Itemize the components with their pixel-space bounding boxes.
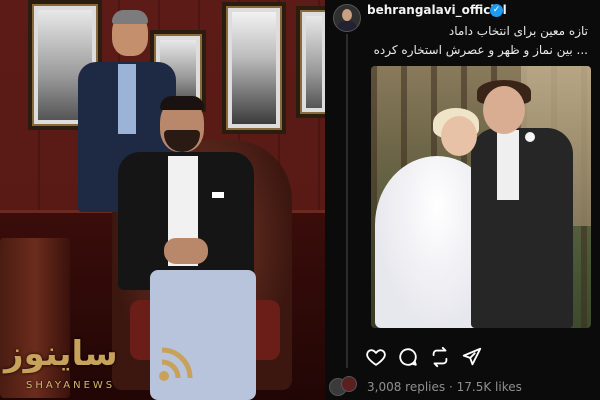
screenshot-canvas: ساینوز SHAYANEWS behrangalavi_official ✓… bbox=[0, 0, 600, 400]
pocket-square bbox=[212, 192, 224, 198]
watermark-logo: ساینوز SHAYANEWS bbox=[4, 334, 200, 398]
thread-line bbox=[346, 34, 348, 368]
replies-count[interactable]: 3,008 replies bbox=[367, 380, 445, 394]
post-caption-line: تازه معین برای انتخاب داماد bbox=[448, 24, 588, 38]
portrait-photo: ساینوز SHAYANEWS bbox=[0, 0, 325, 400]
post-caption-line: ... بین نماز و ظهر و عصرش استخاره کرده bbox=[373, 43, 588, 57]
likes-count[interactable]: 17.5K likes bbox=[457, 380, 522, 394]
heart-icon[interactable] bbox=[365, 346, 387, 368]
post-image[interactable] bbox=[371, 66, 591, 328]
verified-badge-icon: ✓ bbox=[490, 4, 503, 17]
wall-frame bbox=[222, 2, 286, 134]
groom-suit bbox=[471, 128, 573, 328]
standing-man-hair bbox=[112, 10, 148, 24]
seated-man-hands bbox=[164, 238, 208, 264]
bride-head bbox=[441, 116, 477, 156]
reply-avatar[interactable] bbox=[341, 376, 357, 392]
boutonniere bbox=[525, 132, 535, 142]
watermark-subtext: SHAYANEWS bbox=[26, 380, 116, 391]
standing-man-shirt bbox=[118, 64, 136, 134]
broadcast-icon bbox=[159, 347, 193, 381]
comment-icon[interactable] bbox=[397, 346, 419, 368]
seated-man-hair bbox=[160, 96, 204, 110]
repost-icon[interactable] bbox=[429, 346, 451, 368]
avatar-face bbox=[342, 9, 352, 21]
avatar-shoulders bbox=[337, 21, 357, 31]
avatar[interactable] bbox=[333, 4, 361, 32]
wall-frame bbox=[296, 6, 325, 118]
send-icon[interactable] bbox=[461, 346, 483, 368]
post-stats: 3,008 replies · 17.5K likes bbox=[367, 380, 522, 394]
social-post: behrangalavi_official ✓ تازه معین برای ا… bbox=[325, 0, 600, 400]
username[interactable]: behrangalavi_official bbox=[367, 3, 507, 17]
groom-head bbox=[483, 86, 525, 134]
watermark-text: ساینوز bbox=[4, 334, 118, 374]
stats-separator: · bbox=[448, 380, 453, 394]
groom-shirt bbox=[497, 130, 519, 200]
